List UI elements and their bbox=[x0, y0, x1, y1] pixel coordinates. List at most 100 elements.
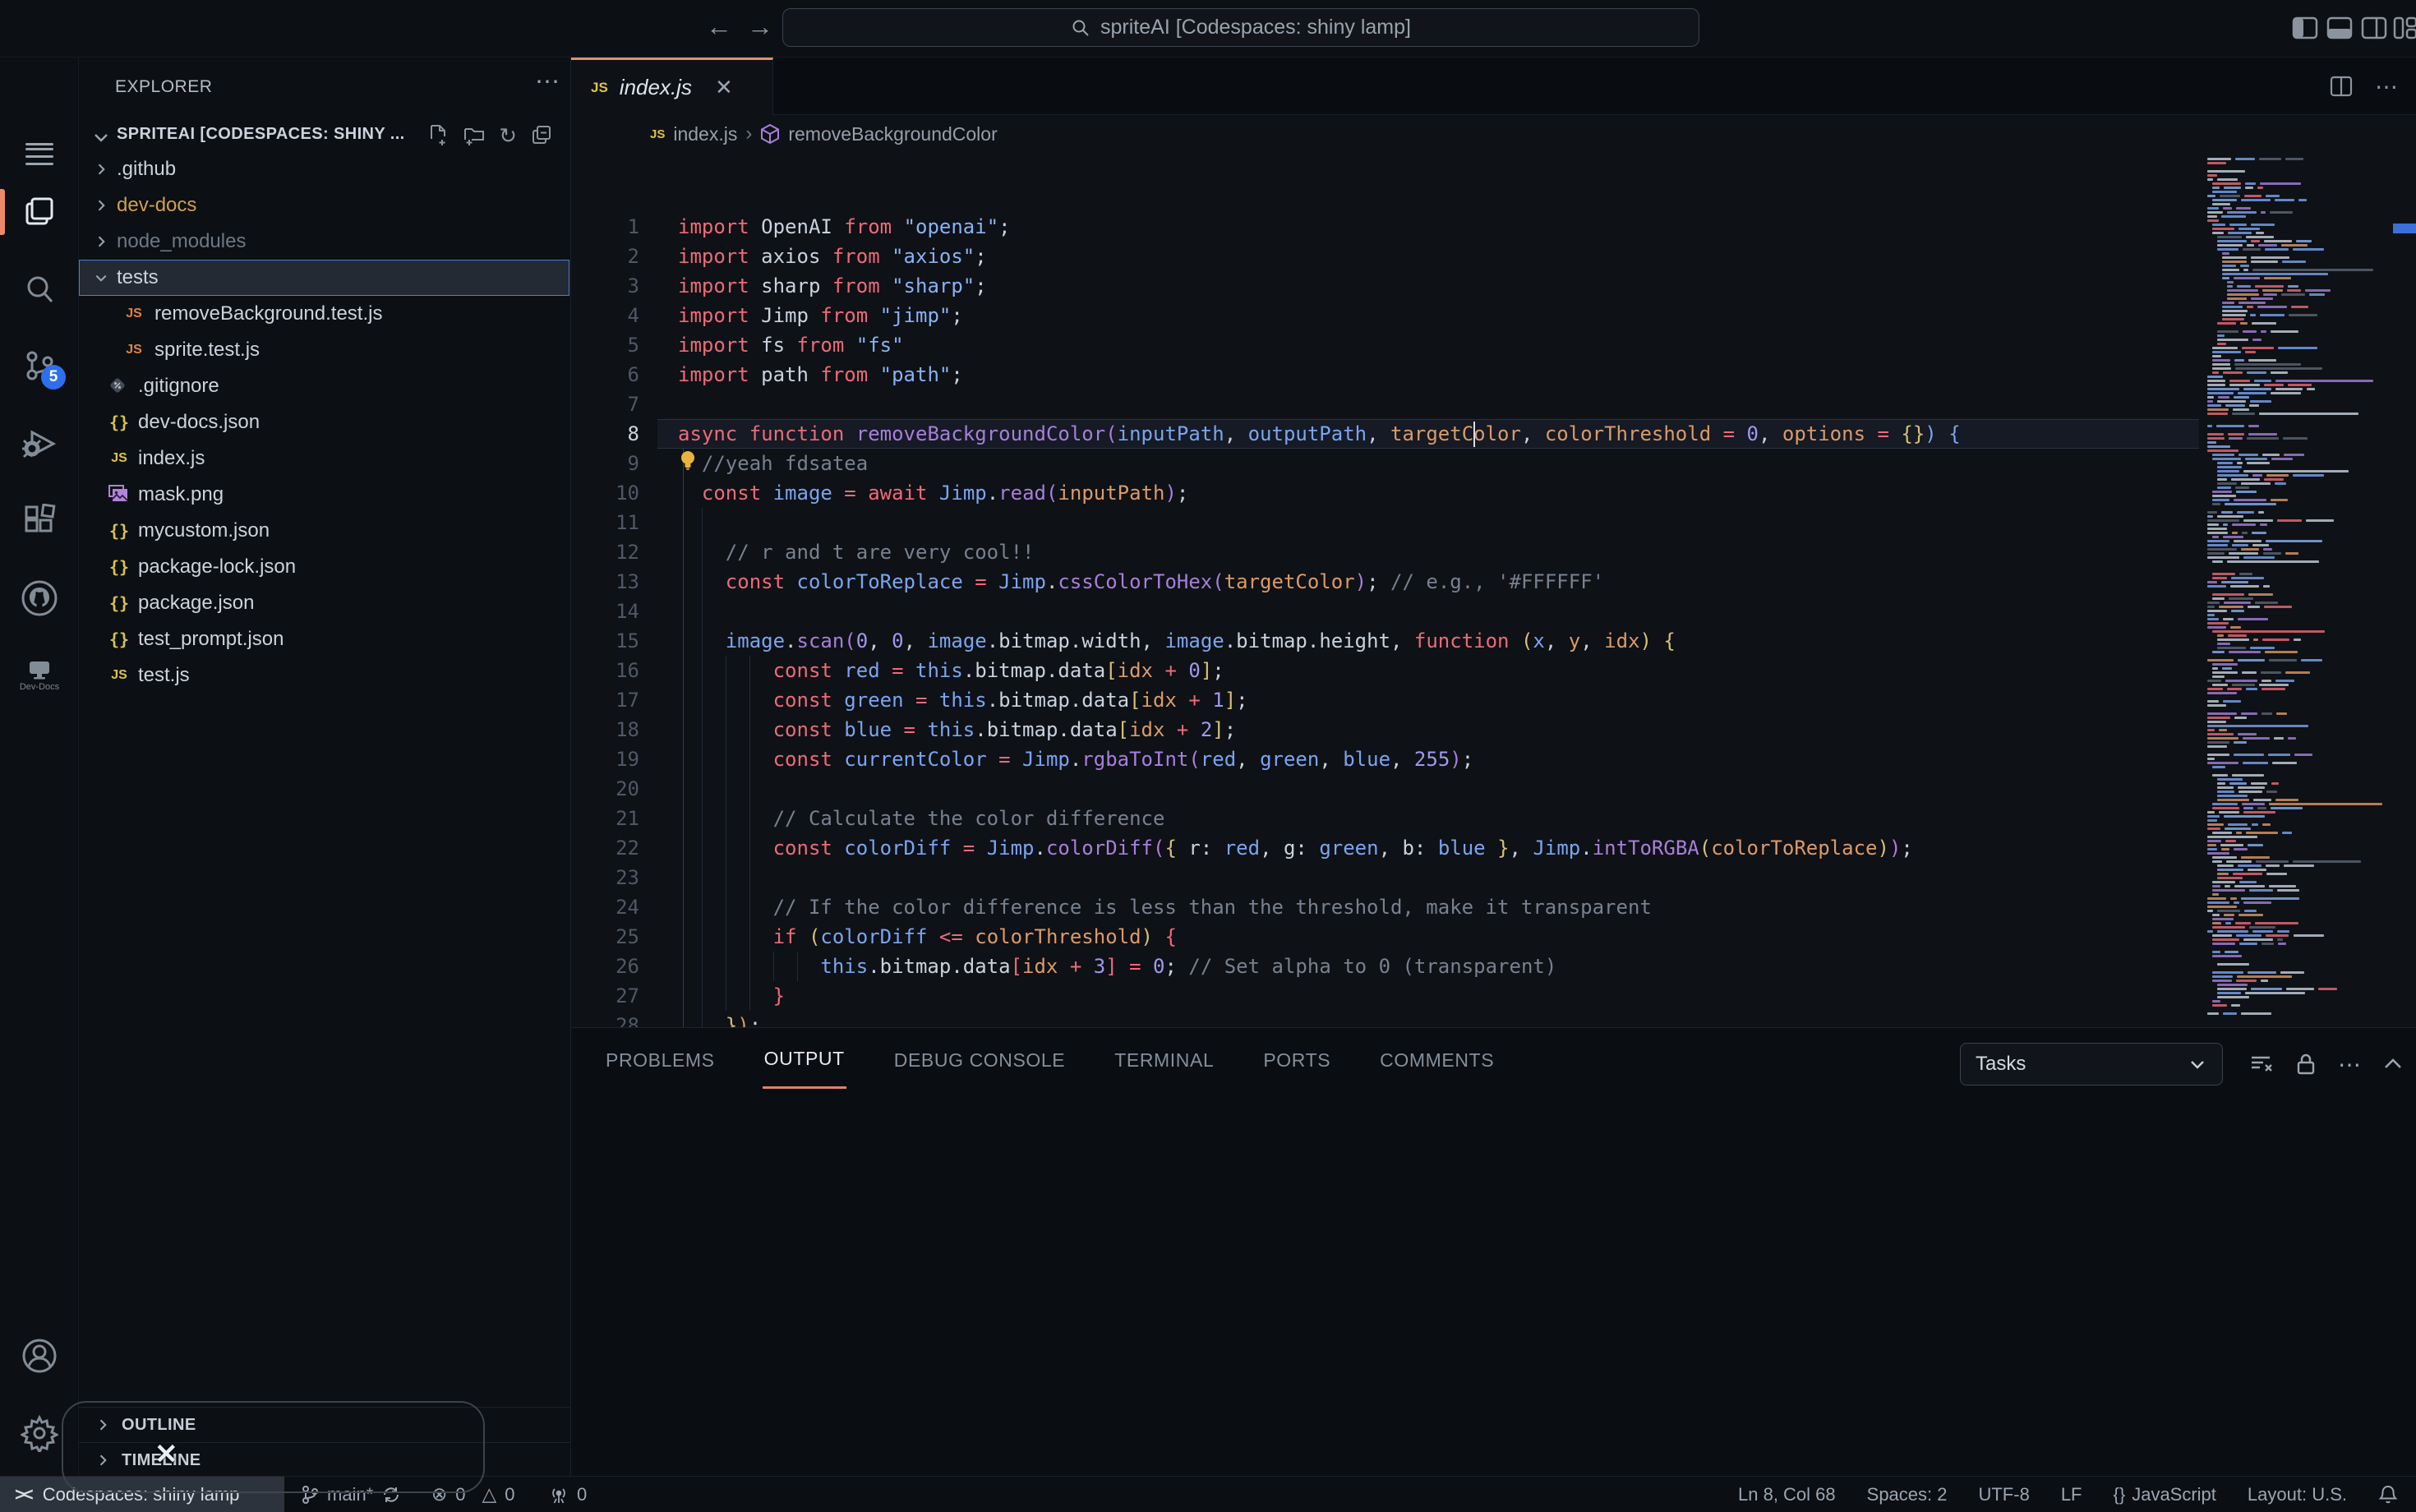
back-button[interactable]: ← bbox=[703, 12, 735, 42]
code-line-25[interactable]: if (colorDiff <= colorThreshold) { bbox=[678, 922, 1177, 952]
new-folder-icon[interactable] bbox=[463, 123, 486, 149]
tree-item-test-prompt-json[interactable]: {}test_prompt.json bbox=[79, 621, 569, 657]
eol-sequence[interactable]: LF bbox=[2061, 1484, 2082, 1505]
tree-item-package-json[interactable]: {}package.json bbox=[79, 585, 569, 621]
code-line-17[interactable]: const green = this.bitmap.data[idx + 1]; bbox=[678, 685, 1248, 715]
github-icon[interactable] bbox=[0, 565, 79, 631]
code-line-15[interactable]: image.scan(0, 0, image.bitmap.width, ima… bbox=[678, 626, 1676, 656]
cursor-position[interactable]: Ln 8, Col 68 bbox=[1738, 1484, 1836, 1505]
explorer-more-actions-icon[interactable]: ⋯ bbox=[535, 67, 561, 96]
code-line-9[interactable]: //yeah fdsatea bbox=[678, 449, 868, 478]
code-line-22[interactable]: const colorDiff = Jimp.colorDiff({ r: re… bbox=[678, 833, 1913, 863]
section-chevron-icon bbox=[92, 128, 110, 146]
ports-status[interactable]: 0 bbox=[549, 1477, 587, 1512]
panel-tab-problems[interactable]: PROBLEMS bbox=[604, 1033, 717, 1088]
tree-item-node-modules[interactable]: node_modules bbox=[79, 224, 569, 260]
panel-tab-comments[interactable]: COMMENTS bbox=[1378, 1033, 1496, 1088]
code-line-5[interactable]: import fs from "fs" bbox=[678, 330, 904, 360]
indentation[interactable]: Spaces: 2 bbox=[1867, 1484, 1948, 1505]
encoding[interactable]: UTF-8 bbox=[1978, 1484, 2029, 1505]
menu-icon[interactable] bbox=[0, 111, 79, 177]
tab-close-icon[interactable]: ✕ bbox=[715, 75, 733, 100]
tree-item-index-js[interactable]: JSindex.js bbox=[79, 440, 569, 477]
tree-item-test-js[interactable]: JStest.js bbox=[79, 657, 569, 694]
dev-docs-extension-icon[interactable]: Dev-Docs bbox=[0, 643, 79, 708]
minimap-line bbox=[2235, 922, 2250, 924]
notifications-bell-icon[interactable] bbox=[2378, 1484, 2398, 1505]
clear-output-icon[interactable] bbox=[2249, 1052, 2274, 1076]
panel-tab-output[interactable]: OUTPUT bbox=[763, 1031, 846, 1089]
toggle-secondary-sidebar-icon[interactable] bbox=[2360, 14, 2388, 42]
command-center-search[interactable]: spriteAI [Codespaces: shiny lamp] bbox=[782, 8, 1699, 47]
tree-item-mycustom-json[interactable]: {}mycustom.json bbox=[79, 513, 569, 549]
tree-item-removebackground-test-js[interactable]: JSremoveBackground.test.js bbox=[79, 296, 569, 332]
tree-item-package-lock-json[interactable]: {}package-lock.json bbox=[79, 549, 569, 585]
code-line-18[interactable]: const blue = this.bitmap.data[idx + 2]; bbox=[678, 715, 1236, 744]
code-line-10[interactable]: const image = await Jimp.read(inputPath)… bbox=[678, 478, 1188, 508]
code-line-2[interactable]: import axios from "axios"; bbox=[678, 242, 987, 271]
code-line-16[interactable]: const red = this.bitmap.data[idx + 0]; bbox=[678, 656, 1224, 685]
refresh-icon[interactable]: ↻ bbox=[499, 123, 517, 149]
panel-tab-debug-console[interactable]: DEBUG CONSOLE bbox=[892, 1033, 1067, 1088]
tree-item-dev-docs-json[interactable]: {}dev-docs.json bbox=[79, 404, 569, 440]
code-line-7[interactable] bbox=[678, 390, 749, 419]
toggle-panel-icon[interactable] bbox=[2326, 14, 2354, 42]
code-line-27[interactable]: } bbox=[678, 981, 785, 1011]
line-number: 8 bbox=[571, 419, 639, 449]
tree-item--gitignore[interactable]: .gitignore bbox=[79, 368, 569, 404]
code-line-6[interactable]: import path from "path"; bbox=[678, 360, 963, 390]
code-line-4[interactable]: import Jimp from "jimp"; bbox=[678, 301, 963, 330]
panel-tab-ports[interactable]: PORTS bbox=[1261, 1033, 1332, 1088]
extensions-icon[interactable] bbox=[0, 488, 79, 554]
customize-layout-icon[interactable] bbox=[2393, 14, 2416, 42]
code-line-24[interactable]: // If the color difference is less than … bbox=[678, 892, 1652, 922]
breadcrumb-symbol[interactable]: removeBackgroundColor bbox=[788, 123, 997, 145]
code-editor[interactable]: 1import OpenAI from "openai";2import axi… bbox=[571, 153, 2202, 1027]
new-file-icon[interactable] bbox=[426, 123, 450, 149]
minimap-line bbox=[2217, 334, 2225, 337]
minimap[interactable] bbox=[2202, 153, 2396, 1027]
code-line-12[interactable]: // r and t are very cool!! bbox=[678, 537, 1034, 567]
code-line-8[interactable]: async function removeBackgroundColor(inp… bbox=[678, 419, 1961, 449]
run-debug-icon[interactable] bbox=[0, 411, 79, 477]
tree-item-tests[interactable]: tests bbox=[79, 260, 569, 296]
search-view-icon[interactable] bbox=[0, 256, 79, 322]
code-line-1[interactable]: import OpenAI from "openai"; bbox=[678, 212, 1011, 242]
minimap-line bbox=[2212, 593, 2244, 596]
tab-index-js[interactable]: JS index.js ✕ bbox=[571, 58, 773, 115]
code-line-13[interactable]: const colorToReplace = Jimp.cssColorToHe… bbox=[678, 567, 1604, 597]
code-line-28[interactable]: }); bbox=[678, 1011, 761, 1027]
toggle-sidebar-icon[interactable] bbox=[2291, 14, 2319, 42]
minimap-line bbox=[2227, 281, 2234, 284]
panel-more-actions-icon[interactable]: ⋯ bbox=[2338, 1051, 2361, 1078]
tree-item-sprite-test-js[interactable]: JSsprite.test.js bbox=[79, 332, 569, 368]
maximize-panel-icon[interactable] bbox=[2382, 1053, 2404, 1075]
minimap-line bbox=[2212, 832, 2232, 834]
split-editor-icon[interactable] bbox=[2329, 74, 2354, 99]
code-line-3[interactable]: import sharp from "sharp"; bbox=[678, 271, 987, 301]
accounts-icon[interactable] bbox=[0, 1323, 79, 1389]
minimap-line bbox=[2291, 306, 2308, 308]
breadcrumb-file[interactable]: index.js bbox=[673, 123, 737, 145]
lock-icon[interactable] bbox=[2295, 1052, 2317, 1076]
workspace-section-header[interactable]: SPRITEAI [CODESPACES: SHINY ... ↻ bbox=[79, 117, 571, 154]
minimap-line bbox=[2212, 560, 2223, 563]
panel-tabs: PROBLEMS OUTPUT DEBUG CONSOLE TERMINAL PORTS… bbox=[604, 1028, 1496, 1092]
code-line-21[interactable]: // Calculate the color difference bbox=[678, 804, 1164, 833]
collapse-folders-icon[interactable] bbox=[530, 123, 553, 149]
source-control-icon[interactable]: 5 bbox=[0, 334, 79, 399]
tree-item--github[interactable]: .github bbox=[79, 151, 569, 187]
tree-item-dev-docs[interactable]: dev-docs bbox=[79, 187, 569, 224]
keyboard-layout[interactable]: Layout: U.S. bbox=[2248, 1484, 2347, 1505]
forward-button[interactable]: → bbox=[744, 12, 777, 42]
output-channel-select[interactable]: Tasks bbox=[1960, 1043, 2223, 1086]
panel-tab-terminal[interactable]: TERMINAL bbox=[1113, 1033, 1215, 1088]
code-line-19[interactable]: const currentColor = Jimp.rgbaToInt(red,… bbox=[678, 744, 1473, 774]
overview-ruler[interactable] bbox=[2396, 153, 2416, 1027]
minimap-line bbox=[2207, 376, 2223, 378]
tree-item-mask-png[interactable]: mask.png bbox=[79, 477, 569, 513]
explorer-icon[interactable] bbox=[0, 179, 79, 245]
code-line-26[interactable]: this.bitmap.data[idx + 3] = 0; // Set al… bbox=[678, 952, 1556, 981]
editor-more-actions-icon[interactable]: ⋯ bbox=[2375, 73, 2398, 100]
language-mode[interactable]: {} JavaScript bbox=[2114, 1484, 2216, 1505]
